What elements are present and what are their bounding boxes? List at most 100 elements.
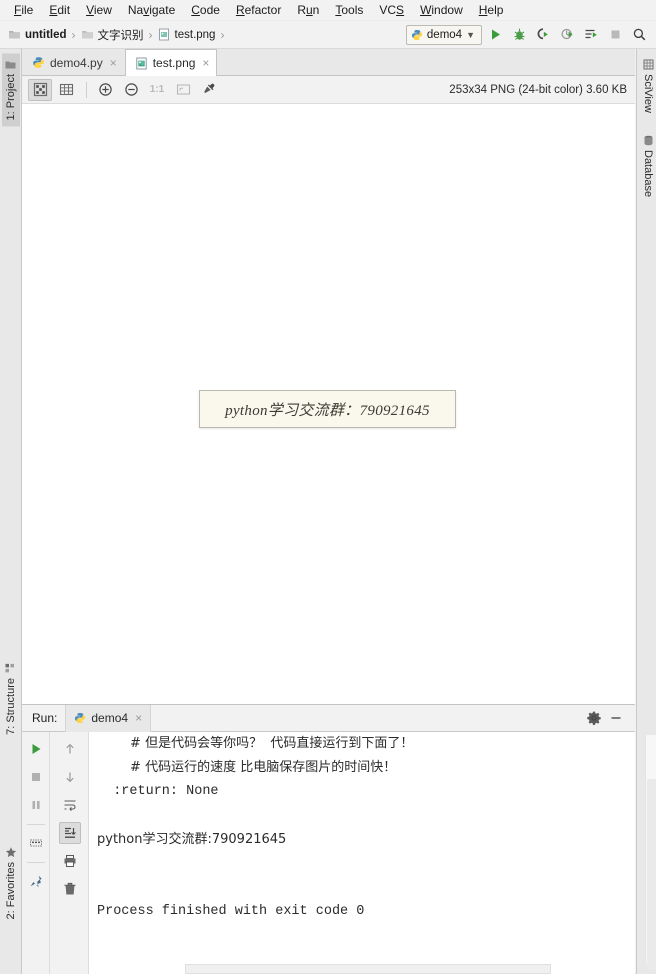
- breadcrumb-item-project[interactable]: untitled: [8, 28, 67, 41]
- divider: [26, 862, 45, 863]
- menu-bar: File Edit View Navigate Code Refactor Ru…: [0, 0, 656, 21]
- folder-icon: [8, 28, 21, 41]
- editor-tab-label: test.png: [152, 56, 196, 70]
- down-stacktrace-button[interactable]: [59, 766, 81, 788]
- image-info-label: 253x34 PNG (24-bit color) 3.60 KB: [449, 83, 627, 96]
- run-tab-label: demo4: [91, 711, 129, 725]
- profile-button[interactable]: [556, 24, 578, 46]
- menu-item-window[interactable]: Window: [412, 0, 471, 21]
- close-icon[interactable]: ×: [135, 711, 142, 725]
- sidebar-item-label: Database: [642, 150, 654, 198]
- image-viewer-toolbar: 1:1 253x34 PNG (24-bit color) 3.60 KB: [22, 76, 635, 104]
- console-line: python学习交流群:790921645: [97, 832, 287, 847]
- up-stacktrace-button[interactable]: [59, 738, 81, 760]
- run-console-actions-secondary: [51, 732, 89, 974]
- menu-item-run[interactable]: Run: [289, 0, 327, 21]
- run-configuration-label: demo4: [426, 28, 463, 41]
- python-file-icon: [32, 56, 45, 69]
- python-icon: [74, 712, 86, 724]
- sidebar-item-structure[interactable]: 7: Structure: [3, 659, 19, 739]
- run-panel-label: Run:: [32, 711, 58, 725]
- run-configuration-selector[interactable]: demo4 ▼: [405, 24, 482, 45]
- python-icon: [411, 29, 423, 41]
- close-icon[interactable]: ×: [110, 56, 117, 70]
- sidebar-item-favorites[interactable]: 2: Favorites: [3, 842, 19, 923]
- sidebar-item-database[interactable]: Database: [640, 131, 656, 201]
- breadcrumb-item-folder[interactable]: 文字识别: [81, 27, 144, 43]
- run-coverage-button[interactable]: [532, 24, 554, 46]
- run-tab-demo4[interactable]: demo4 ×: [65, 704, 152, 732]
- editor-tab-demo4py[interactable]: demo4.py ×: [22, 49, 125, 75]
- menu-item-view[interactable]: View: [78, 0, 120, 21]
- toolbar-separator: [86, 81, 87, 98]
- fit-to-window-button[interactable]: [171, 79, 195, 101]
- console-line: # 但是代码会等你吗？ 代码直接运行到下面了！: [97, 736, 414, 751]
- console-line: # 代码运行的速度 比电脑保存图片的时间快！: [97, 760, 397, 775]
- toggle-grid-button[interactable]: [54, 79, 78, 101]
- sidebar-item-sciview[interactable]: SciView: [640, 55, 656, 117]
- left-tool-stripe: 1: Project 7: Structure 2: Favorites: [0, 49, 22, 974]
- scrollbar-thumb[interactable]: [647, 779, 656, 969]
- breadcrumb-label: 文字识别: [97, 29, 144, 42]
- structure-icon: [6, 663, 17, 674]
- breadcrumb-separator: ›: [220, 27, 225, 42]
- menu-item-tools[interactable]: Tools: [327, 0, 371, 21]
- breadcrumb-label: test.png: [174, 28, 216, 41]
- run-tool-window-header: Run: demo4 ×: [22, 704, 635, 732]
- divider: [26, 824, 45, 825]
- navigation-bar: untitled › 文字识别 › test.png › demo4 ▼: [0, 21, 656, 49]
- pause-output-button[interactable]: [25, 794, 47, 816]
- run-console-output[interactable]: # 但是代码会等你吗？ 代码直接运行到下面了！ # 代码运行的速度 比电脑保存图…: [89, 732, 635, 974]
- image-file-icon: [135, 57, 148, 70]
- print-button[interactable]: [59, 850, 81, 872]
- breadcrumb-separator: ›: [71, 27, 76, 42]
- zoom-out-button[interactable]: [119, 79, 143, 101]
- search-everywhere-button[interactable]: [628, 24, 650, 46]
- scroll-to-end-button[interactable]: [58, 822, 81, 844]
- close-icon[interactable]: ×: [202, 56, 209, 70]
- displayed-image: python学习交流群：790921645: [199, 390, 456, 428]
- clear-all-button[interactable]: [59, 878, 81, 900]
- menu-item-file[interactable]: File: [6, 0, 41, 21]
- toggle-transparency-chessboard-button[interactable]: [28, 78, 52, 101]
- menu-item-navigate[interactable]: Navigate: [120, 0, 183, 21]
- pin-tab-button[interactable]: [25, 870, 47, 892]
- soft-wrap-button[interactable]: [59, 794, 81, 816]
- actual-size-button[interactable]: 1:1: [145, 79, 169, 101]
- toolbar-actions: demo4 ▼: [405, 24, 656, 46]
- dump-threads-button[interactable]: [25, 832, 47, 854]
- menu-item-help[interactable]: Help: [471, 0, 512, 21]
- run-button[interactable]: [484, 24, 506, 46]
- image-viewer-canvas[interactable]: python学习交流群：790921645: [22, 104, 635, 704]
- image-text-content: python学习交流群：790921645: [225, 402, 430, 419]
- gear-icon[interactable]: [587, 711, 601, 725]
- run-multiple-button[interactable]: [580, 24, 602, 46]
- breadcrumb-separator: ›: [148, 27, 153, 42]
- color-picker-button[interactable]: [197, 79, 221, 101]
- menu-item-edit[interactable]: Edit: [41, 0, 78, 21]
- console-horizontal-scrollbar[interactable]: [185, 964, 551, 974]
- breadcrumb-label: untitled: [25, 28, 67, 41]
- editor-tab-label: demo4.py: [50, 55, 103, 70]
- sidebar-item-label: 7: Structure: [5, 678, 17, 735]
- sidebar-item-label: SciView: [642, 74, 654, 113]
- debug-button[interactable]: [508, 24, 530, 46]
- breadcrumb: untitled › 文字识别 › test.png ›: [0, 27, 229, 43]
- console-vertical-scrollbar[interactable]: [645, 735, 656, 969]
- breadcrumb-item-file[interactable]: test.png: [158, 28, 216, 41]
- stop-button[interactable]: [25, 766, 47, 788]
- menu-item-refactor[interactable]: Refactor: [228, 0, 289, 21]
- rerun-button[interactable]: [25, 738, 47, 760]
- chevron-down-icon[interactable]: ▼: [466, 30, 475, 40]
- actual-size-label: 1:1: [149, 84, 165, 95]
- stop-button[interactable]: [604, 24, 626, 46]
- minimize-icon[interactable]: [609, 711, 623, 725]
- image-file-icon: [158, 28, 171, 41]
- editor-tab-testpng[interactable]: test.png ×: [124, 49, 218, 76]
- sidebar-item-project[interactable]: 1: Project: [2, 53, 20, 127]
- database-icon: [643, 135, 654, 146]
- zoom-in-button[interactable]: [93, 79, 117, 101]
- menu-item-code[interactable]: Code: [183, 0, 228, 21]
- menu-item-vcs[interactable]: VCS: [371, 0, 412, 21]
